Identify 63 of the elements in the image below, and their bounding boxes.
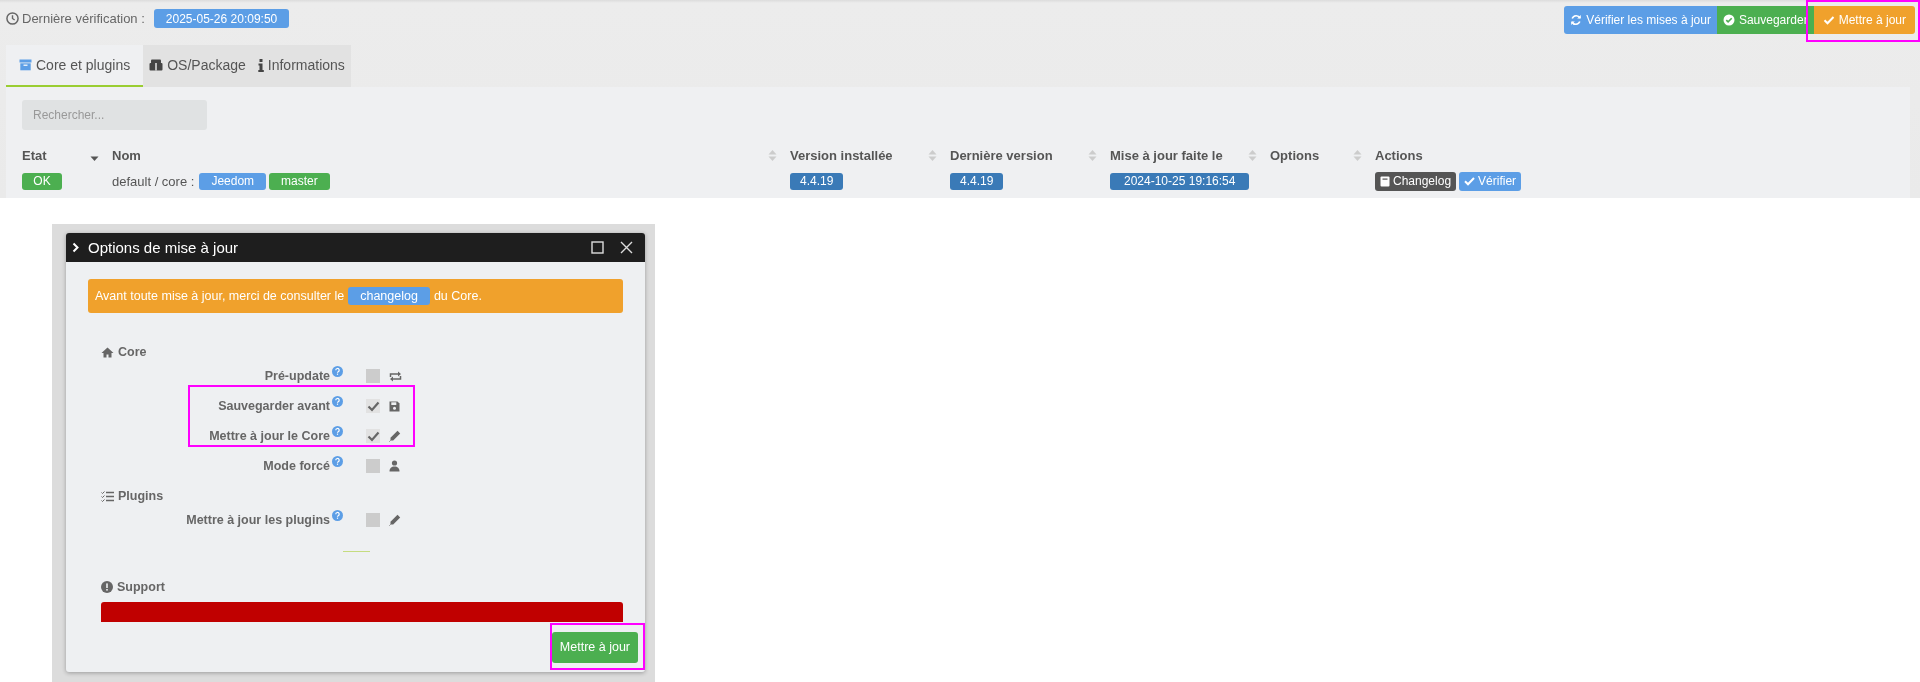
option-label: Mettre à jour le Core [208, 429, 330, 443]
column-header[interactable]: Dernière version [950, 147, 1053, 163]
pencil-icon [389, 430, 401, 442]
dialog-title: Options de mise à jour [88, 239, 240, 256]
help-icon[interactable] [332, 510, 343, 521]
column-header[interactable]: Actions [1375, 147, 1423, 163]
action-button[interactable]: Changelog [1375, 171, 1457, 191]
user-icon [389, 460, 400, 472]
status-badge: OK [22, 172, 62, 190]
maximize-icon[interactable] [591, 241, 604, 254]
option-label: Sauvegarder avant [217, 399, 330, 413]
divider-line [343, 551, 370, 552]
checkbox[interactable] [366, 429, 380, 443]
refresh-icon [1570, 14, 1583, 26]
help-icon[interactable] [332, 366, 343, 377]
tab[interactable]: Informations [251, 45, 351, 87]
close-icon[interactable] [620, 241, 633, 254]
help-icon[interactable] [332, 396, 343, 407]
last-check-label: Dernière vérification : [22, 11, 145, 26]
column-header[interactable]: Options [1270, 147, 1320, 163]
archive-icon [19, 59, 32, 71]
help-icon[interactable] [332, 456, 343, 467]
check-icon [1822, 14, 1835, 26]
section-title: Support [117, 580, 165, 594]
column-header[interactable]: Mise à jour faite le [1110, 147, 1223, 163]
checkbox[interactable] [366, 459, 380, 473]
pencil-icon [389, 514, 401, 526]
help-icon[interactable] [332, 426, 343, 437]
last-check-date: 2025-05-26 20:09:50 [153, 9, 290, 28]
column-header[interactable]: Etat [22, 147, 47, 163]
search-field[interactable]: Rechercher... [22, 100, 207, 130]
tag: master [269, 172, 330, 190]
checkbox[interactable] [366, 513, 380, 527]
tab[interactable]: OS/Package [143, 45, 252, 87]
chevron-icon [72, 242, 80, 253]
checkbox[interactable] [366, 399, 380, 413]
section-title: Core [118, 345, 147, 359]
notice-text: Avant toute mise à jour, merci de consulter le [95, 289, 345, 303]
option-label: Mettre à jour les plugins [185, 513, 330, 527]
info-icon [257, 58, 264, 72]
alert-icon [101, 581, 113, 593]
book-icon [1380, 175, 1390, 187]
home-icon [101, 346, 114, 358]
cubes-icon [149, 59, 164, 71]
section-title: Plugins [118, 489, 164, 503]
version-badge: 4.4.19 [790, 172, 844, 190]
option-label: Mode forcé [262, 459, 330, 473]
clock-icon [6, 12, 19, 25]
version-badge: 4.4.19 [950, 172, 1004, 190]
repeat-icon [389, 370, 402, 382]
date-badge: 2024-10-25 19:16:54 [1110, 172, 1250, 190]
option-label: Pré-update [263, 369, 330, 383]
plugin-name: default / core : [112, 173, 195, 189]
floppy-icon [389, 400, 400, 412]
checkbox[interactable] [366, 369, 380, 383]
column-header[interactable]: Nom [112, 147, 141, 163]
tab[interactable]: Core et plugins [6, 45, 144, 87]
tag: Jeedom [199, 172, 267, 190]
column-header[interactable]: Version installée [790, 147, 893, 163]
check-icon [1464, 176, 1476, 186]
notice-text: du Core. [433, 289, 482, 303]
check-circle-icon [1722, 14, 1735, 26]
checklist-icon [101, 490, 114, 502]
